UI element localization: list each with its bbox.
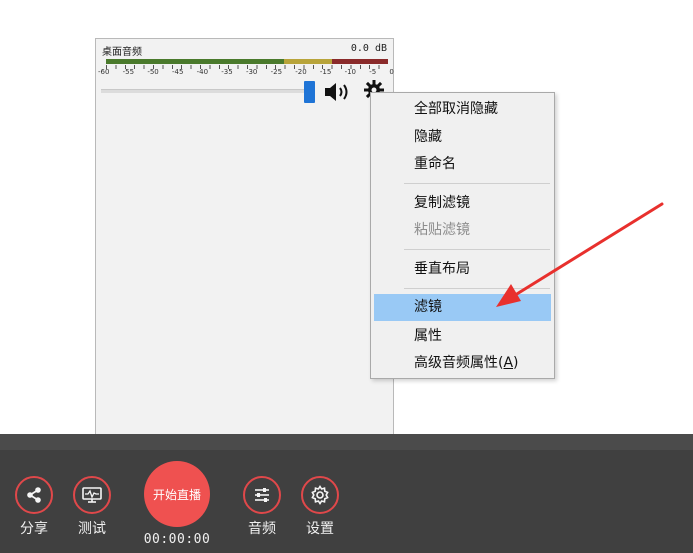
menu-item-properties[interactable]: 属性 <box>374 323 551 350</box>
gear-icon <box>301 476 339 514</box>
speaker-icon[interactable] <box>323 81 353 103</box>
settings-label: 设置 <box>306 521 334 537</box>
volume-slider-handle[interactable] <box>304 81 315 103</box>
menu-item-rename[interactable]: 重命名 <box>374 151 551 178</box>
tick-label: -15 <box>319 68 332 76</box>
tick-label: 0 <box>389 68 394 76</box>
menu-item-vertical-layout[interactable]: 垂直布局 <box>374 256 551 283</box>
tick-label: -55 <box>122 68 135 76</box>
menu-item-unhide-all[interactable]: 全部取消隐藏 <box>374 96 551 123</box>
menu-item-hide[interactable]: 隐藏 <box>374 124 551 151</box>
test-label: 测试 <box>78 521 106 537</box>
tick-label: -5 <box>369 68 377 76</box>
meter-green-zone <box>106 59 284 64</box>
sliders-icon <box>243 476 281 514</box>
start-live-button[interactable]: 开始直播 <box>144 461 210 527</box>
audio-mixer-panel: 桌面音频 0.0 dB -60 -55 -50 -45 -40 -35 -30 … <box>95 38 394 436</box>
share-button[interactable]: 分享 <box>4 476 64 538</box>
menu-accelerator-close: ) <box>513 355 519 371</box>
share-label: 分享 <box>20 521 48 537</box>
volume-meter <box>106 59 388 64</box>
menu-separator <box>404 288 550 289</box>
menu-item-paste-filters[interactable]: 粘贴滤镜 <box>374 217 551 244</box>
volume-slider-track[interactable] <box>101 89 309 93</box>
meter-yellow-zone <box>283 59 332 64</box>
bottom-toolbar: 分享 测试 开始直播 00:00:00 音频 设置 <box>0 434 693 553</box>
tick-label: -35 <box>221 68 233 76</box>
menu-accelerator-key: A <box>503 355 514 371</box>
menu-separator <box>404 249 550 250</box>
app-window: 桌面音频 0.0 dB -60 -55 -50 -45 -40 -35 -30 … <box>0 0 693 553</box>
menu-item-filters[interactable]: 滤镜 <box>374 294 551 321</box>
tick-label: -30 <box>245 68 258 76</box>
tick-label: -20 <box>295 68 307 76</box>
mixer-source-name: 桌面音频 <box>102 47 142 58</box>
tick-label: -10 <box>344 68 356 76</box>
tick-label: -60 <box>98 68 110 76</box>
test-button[interactable]: 测试 <box>62 476 122 538</box>
menu-item-label: 高级音频属性 <box>414 355 498 371</box>
tick-label: -25 <box>270 68 283 76</box>
tick-label: -45 <box>171 68 184 76</box>
meter-tick-labels: -60 -55 -50 -45 -40 -35 -30 -25 -20 -15 … <box>98 68 394 76</box>
share-icon <box>15 476 53 514</box>
context-menu: 全部取消隐藏 隐藏 重命名 复制滤镜 粘贴滤镜 垂直布局 滤镜 属性 高级音频属… <box>370 92 555 379</box>
meter-red-zone <box>331 59 388 64</box>
menu-item-advanced-audio-properties[interactable]: 高级音频属性(A) <box>374 350 551 377</box>
live-timer: 00:00:00 <box>143 532 211 547</box>
mixer-db-readout: 0.0 dB <box>350 43 387 54</box>
audio-label: 音频 <box>248 521 276 537</box>
toolbar-top-strip <box>0 434 693 450</box>
monitor-icon <box>73 476 111 514</box>
menu-separator <box>404 183 550 184</box>
settings-button[interactable]: 设置 <box>290 476 350 538</box>
tick-label: -40 <box>196 68 209 76</box>
tick-label: -50 <box>147 68 159 76</box>
menu-item-copy-filters[interactable]: 复制滤镜 <box>374 190 551 217</box>
audio-button[interactable]: 音频 <box>232 476 292 538</box>
